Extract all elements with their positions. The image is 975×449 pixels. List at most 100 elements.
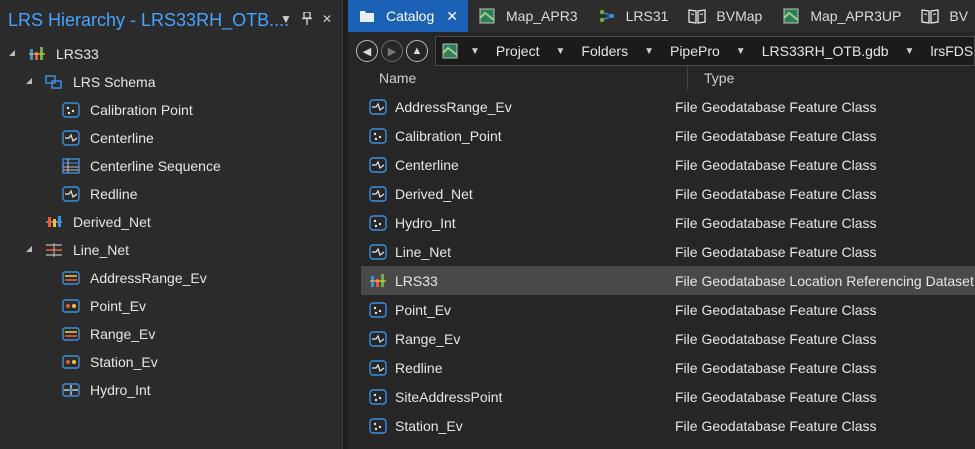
tree-item[interactable]: Station_Ev <box>0 348 342 376</box>
tab-lrs31[interactable]: LRS31 <box>588 0 679 32</box>
item-type: File Geodatabase Feature Class <box>675 185 877 202</box>
close-icon[interactable]: ✕ <box>322 12 332 28</box>
chevron-down-icon[interactable]: ▼ <box>895 46 925 57</box>
point-feature-class-icon <box>369 388 387 405</box>
item-type: File Geodatabase Feature Class <box>675 156 877 173</box>
list-item[interactable]: Point_Ev File Geodatabase Feature Class <box>361 295 975 324</box>
item-name: Line_Net <box>395 243 452 260</box>
catalog-icon <box>358 8 376 24</box>
tree-item[interactable]: Hydro_Int <box>0 376 342 404</box>
breadcrumb-item[interactable]: PipePro <box>664 43 726 59</box>
item-name: Redline <box>395 359 443 376</box>
chevron-down-icon[interactable]: ▼ <box>726 46 756 57</box>
chevron-down-icon[interactable]: ▼ <box>280 12 292 28</box>
line-feature-class-icon <box>369 156 387 173</box>
line-feature-class-icon <box>369 359 387 376</box>
name-column-header[interactable]: Name <box>360 66 688 90</box>
tree-item[interactable]: AddressRange_Ev <box>0 264 342 292</box>
tree-item[interactable]: Redline <box>0 180 342 208</box>
list-item[interactable]: Line_Net File Geodatabase Feature Class <box>361 237 975 266</box>
item-name: Derived_Net <box>395 185 473 202</box>
list-item[interactable]: Calibration_Point File Geodatabase Featur… <box>361 121 975 150</box>
tree-item[interactable]: LRS33 <box>0 40 342 68</box>
line-feature-class-icon <box>62 186 80 202</box>
point-feature-class-icon <box>369 214 387 231</box>
breadcrumb[interactable]: ▼ Project ▼ Folders ▼ PipePro ▼ LRS33RH_OTB.gd… <box>435 36 975 66</box>
item-type: File Geodatabase Feature Class <box>675 127 877 144</box>
item-name: SiteAddressPoint <box>395 388 503 405</box>
chevron-down-icon[interactable]: ▼ <box>460 46 490 57</box>
item-name-cell: Line_Net <box>361 244 668 260</box>
tree-item-label: Centerline Sequence <box>90 158 221 174</box>
tab-catalog[interactable]: Catalog ✕ <box>348 0 468 32</box>
tab-bvmap[interactable]: BVMap <box>678 0 772 32</box>
list-item[interactable]: LRS33 File Geodatabase Location Referenci… <box>361 266 975 295</box>
forward-icon[interactable]: ▶ <box>381 40 403 62</box>
book-icon <box>688 8 707 24</box>
list-item[interactable]: Hydro_Int File Geodatabase Feature Class <box>361 208 975 237</box>
intersection-icon <box>62 382 80 398</box>
tree-item[interactable]: Calibration Point <box>0 96 342 124</box>
pane-header-icons: ▼ ✕ <box>280 11 332 28</box>
point-feature-class-icon <box>369 127 387 144</box>
list-item[interactable]: Derived_Net File Geodatabase Feature Clas… <box>361 179 975 208</box>
close-tab-icon[interactable]: ✕ <box>446 8 458 25</box>
line-feature-class-icon <box>369 185 387 202</box>
up-icon[interactable]: ▲ <box>406 40 428 62</box>
item-type: File Geodatabase Feature Class <box>675 214 877 231</box>
list-item[interactable]: Station_Ev File Geodatabase Feature Class <box>361 411 975 440</box>
line-feature-class-icon <box>369 98 387 115</box>
tree-item-label: Range_Ev <box>90 326 156 342</box>
expand-arrow-icon[interactable] <box>25 245 35 255</box>
item-name-cell: LRS33 <box>361 273 668 289</box>
line-network-icon <box>45 242 63 258</box>
tree-item[interactable]: Point_Ev <box>0 292 342 320</box>
breadcrumb-item[interactable]: Project <box>490 43 546 59</box>
gdb-icon <box>442 43 458 59</box>
hierarchy-tree: LRS33 LRS Schema Calibration Point Centerli… <box>0 40 342 404</box>
tree-item[interactable]: Range_Ev <box>0 320 342 348</box>
pin-icon[interactable] <box>301 11 312 28</box>
item-name-cell: Station_Ev <box>361 418 668 434</box>
expand-arrow-icon[interactable] <box>8 49 18 59</box>
tree-item-label: Derived_Net <box>73 214 151 230</box>
tab-label: Catalog <box>386 8 435 24</box>
tab-map-apr3[interactable]: Map_APR3 <box>468 0 588 32</box>
breadcrumb-item[interactable]: LRS33RH_OTB.gdb <box>756 43 895 59</box>
tree-item[interactable]: Centerline Sequence <box>0 152 342 180</box>
tree-item-label: AddressRange_Ev <box>90 270 207 286</box>
lrs-dataset-icon <box>369 273 387 289</box>
item-type: File Geodatabase Feature Class <box>675 301 877 318</box>
list-item[interactable]: Redline File Geodatabase Feature Class <box>361 353 975 382</box>
column-header: Name Type <box>360 66 975 90</box>
list-item[interactable]: Centerline File Geodatabase Feature Class <box>361 150 975 179</box>
book-icon <box>921 8 940 24</box>
type-column-header[interactable]: Type <box>688 70 734 86</box>
back-icon[interactable]: ◀ <box>356 40 378 62</box>
list-item[interactable]: AddressRange_Ev File Geodatabase Feature … <box>361 92 975 121</box>
tree-item[interactable]: Derived_Net <box>0 208 342 236</box>
chevron-down-icon[interactable]: ▼ <box>634 46 664 57</box>
breadcrumb-item[interactable]: Folders <box>575 43 634 59</box>
tab-label: BVMap <box>716 8 763 24</box>
expand-arrow-icon[interactable] <box>25 77 35 87</box>
breadcrumb-item[interactable]: lrsFDS <box>924 43 974 59</box>
item-name-cell: AddressRange_Ev <box>361 99 668 115</box>
diagram-icon <box>598 8 616 24</box>
list-item[interactable]: SiteAddressPoint File Geodatabase Feature… <box>361 382 975 411</box>
tree-item[interactable]: LRS Schema <box>0 68 342 96</box>
list-item[interactable]: Range_Ev File Geodatabase Feature Class <box>361 324 975 353</box>
item-type: File Geodatabase Feature Class <box>675 417 877 434</box>
tree-item[interactable]: Line_Net <box>0 236 342 264</box>
lrs-hierarchy-pane: LRS Hierarchy - LRS33RH_OTB.... ▼ ✕ LRS3… <box>0 0 343 449</box>
point-feature-class-icon <box>369 301 387 318</box>
item-name-cell: Centerline <box>361 157 668 173</box>
item-type: File Geodatabase Location Referencing Da… <box>675 272 974 289</box>
tab-map-apr3up[interactable]: Map_APR3UP <box>772 0 911 32</box>
chevron-down-icon[interactable]: ▼ <box>545 46 575 57</box>
linear-event-icon <box>62 270 80 286</box>
tree-item-label: Centerline <box>90 130 154 146</box>
tab-bv[interactable]: BV <box>911 0 975 32</box>
tree-item[interactable]: Centerline <box>0 124 342 152</box>
tab-label: BV <box>949 8 969 24</box>
